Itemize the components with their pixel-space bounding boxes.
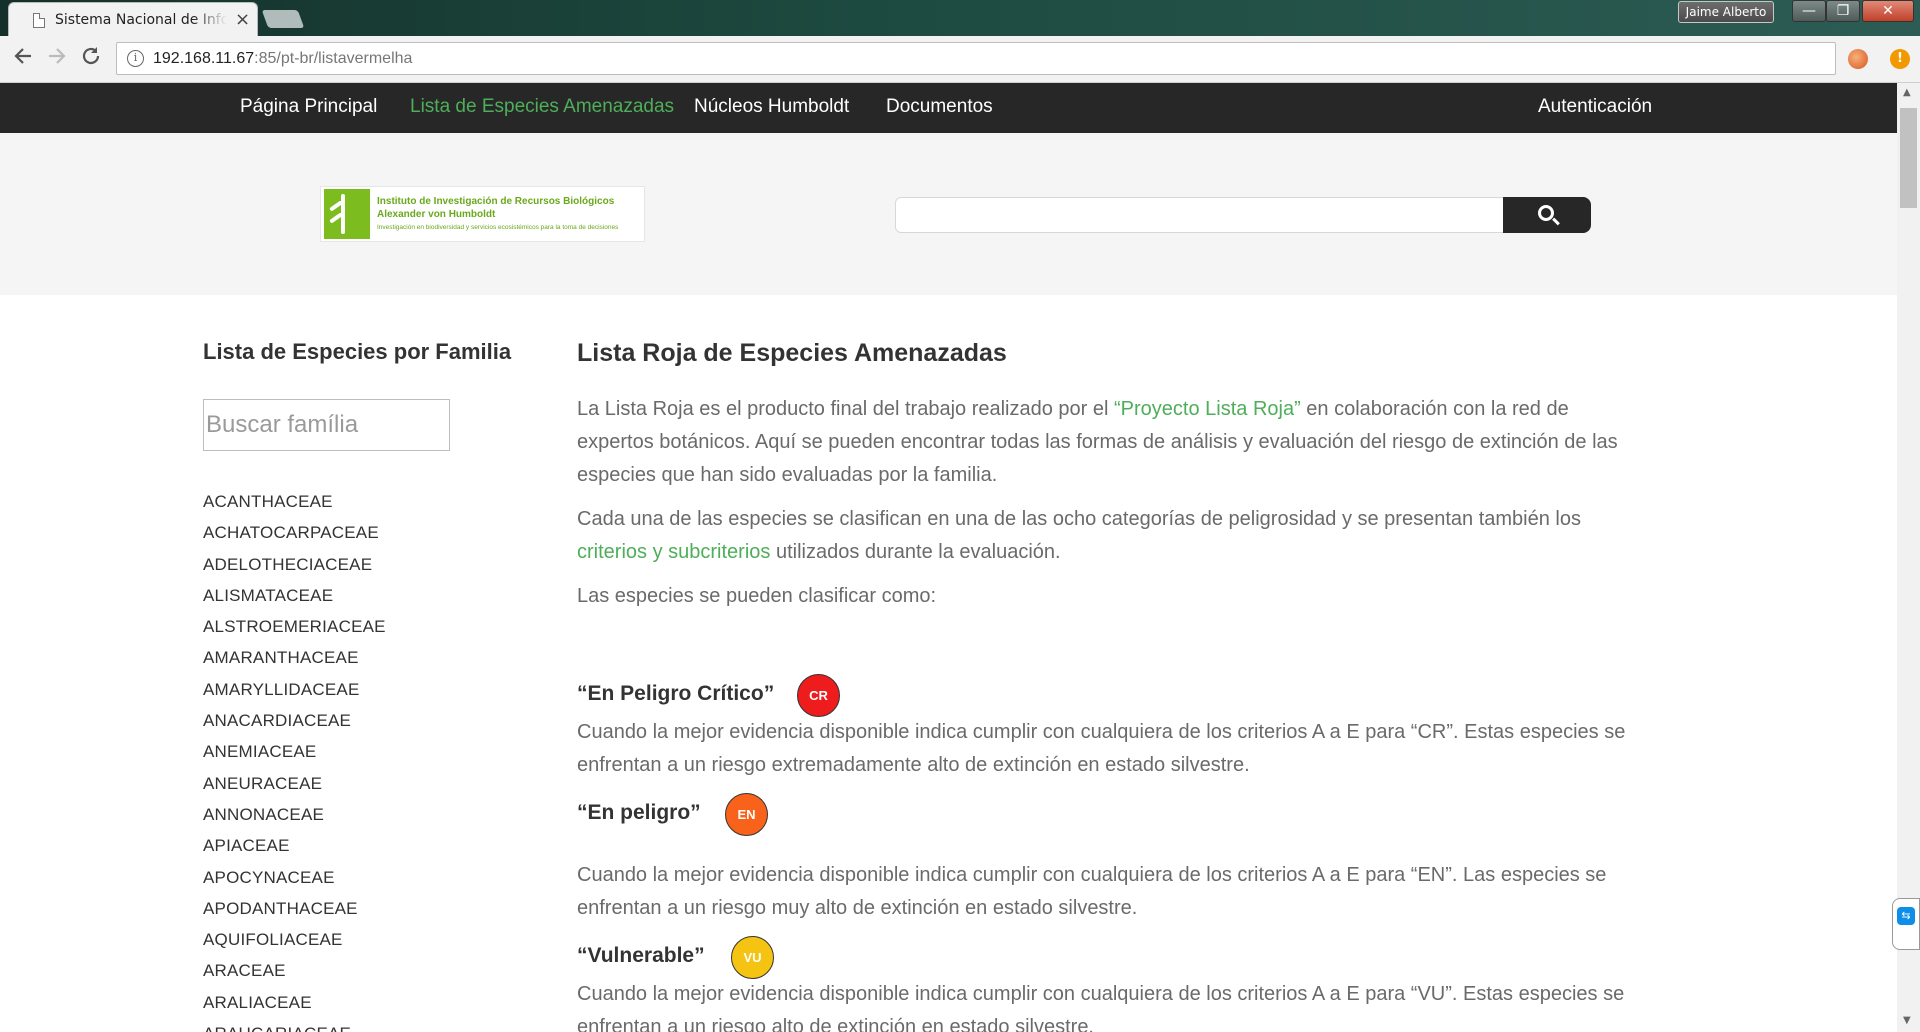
categories-text: Cada una de las especies se clasifican e…	[577, 508, 1581, 530]
browser-tab[interactable]: Sistema Nacional de Información sobre Bi…	[8, 2, 258, 36]
en-badge: EN	[725, 793, 768, 836]
url-text: 192.168.11.67:85/pt-br/listavermelha	[153, 50, 412, 68]
category-en: “En peligro” EN	[577, 793, 1637, 836]
criteria-link[interactable]: criterios y subcriterios	[577, 541, 770, 563]
nav-item-documents[interactable]: Documentos	[886, 96, 993, 118]
family-search-input[interactable]	[203, 399, 450, 451]
family-item[interactable]: AMARYLLIDACEAE	[203, 680, 386, 711]
intro-paragraph: La Lista Roja es el producto final del t…	[577, 393, 1637, 492]
category-description: Cuando la mejor evidencia disponible ind…	[577, 864, 1607, 919]
red-list-project-link[interactable]: “Proyecto Lista Roja”	[1114, 398, 1301, 420]
family-item[interactable]: ANEMIACEAE	[203, 742, 386, 773]
family-item[interactable]: ALISMATACEAE	[203, 586, 386, 617]
category-name: “En peligro”	[577, 801, 701, 824]
url-path: :85/pt-br/listavermelha	[254, 50, 413, 67]
close-window-button[interactable]: ✕	[1862, 0, 1914, 22]
categories-paragraph: Cada una de las especies se clasifican e…	[577, 503, 1637, 569]
back-arrow-icon[interactable]	[12, 45, 34, 73]
profile-button[interactable]: Jaime Alberto	[1678, 1, 1774, 23]
family-item[interactable]: ACANTHACEAE	[203, 492, 386, 523]
update-alert-icon[interactable]: !	[1890, 49, 1910, 69]
search-icon	[1538, 205, 1554, 221]
site-navbar: Página Principal Lista de Especies Amena…	[0, 83, 1897, 133]
logo-mark	[324, 189, 370, 239]
nav-item-login[interactable]: Autenticación	[1538, 96, 1652, 118]
extension-icon[interactable]	[1848, 49, 1868, 69]
page-icon	[33, 13, 45, 28]
family-item[interactable]: ADELOTHECIACEAE	[203, 555, 386, 586]
family-item[interactable]: ARALIACEAE	[203, 993, 386, 1024]
nav-item-threatened-species[interactable]: Lista de Especies Amenazadas	[410, 96, 674, 118]
scroll-down-icon[interactable]: ▼	[1903, 1015, 1911, 1026]
teamviewer-icon: ⇆	[1897, 907, 1915, 925]
categories-text-cont: utilizados durante la evaluación.	[770, 541, 1061, 563]
window-titlebar: Sistema Nacional de Información sobre Bi…	[0, 0, 1920, 36]
family-list: ACANTHACEAE ACHATOCARPACEAE ADELOTHECIACEA…	[203, 492, 386, 1032]
intro-text: La Lista Roja es el producto final del t…	[577, 398, 1114, 420]
search-button[interactable]	[1503, 197, 1591, 233]
info-icon[interactable]: i	[127, 50, 144, 67]
institute-logo[interactable]: Instituto de Investigación de Recursos B…	[320, 186, 645, 242]
reload-icon[interactable]	[80, 45, 102, 73]
sidebar-title: Lista de Especies por Familia	[203, 339, 512, 364]
new-tab-button[interactable]	[261, 10, 305, 28]
main-content: Lista Roja de Especies Amenazadas La Lis…	[577, 339, 1637, 1032]
family-item[interactable]: AQUIFOLIACEAE	[203, 930, 386, 961]
family-item[interactable]: ACHATOCARPACEAE	[203, 523, 386, 554]
category-vu: “Vulnerable” VU	[577, 936, 1637, 979]
page-title: Lista Roja de Especies Amenazadas	[577, 339, 1007, 367]
page-scrollbar[interactable]: ▲ ▼	[1897, 83, 1920, 1032]
nav-item-humboldt-nuclei[interactable]: Núcleos Humboldt	[694, 96, 849, 118]
category-description: Cuando la mejor evidencia disponible ind…	[577, 721, 1626, 776]
classification-intro: Las especies se pueden clasificar como:	[577, 585, 937, 607]
scroll-thumb[interactable]	[1900, 108, 1917, 208]
family-item[interactable]: ANACARDIACEAE	[203, 711, 386, 742]
close-tab-icon[interactable]: ×	[235, 9, 250, 30]
category-name: “En Peligro Crítico”	[577, 682, 775, 705]
scroll-up-icon[interactable]: ▲	[1903, 87, 1911, 98]
family-item[interactable]: ALSTROEMERIACEAE	[203, 617, 386, 648]
category-cr: “En Peligro Crítico” CR	[577, 674, 1637, 717]
site-search-input[interactable]	[895, 197, 1505, 233]
category-name: “Vulnerable”	[577, 944, 705, 967]
family-item[interactable]: ANEURACEAE	[203, 774, 386, 805]
family-item[interactable]: APOCYNACEAE	[203, 868, 386, 899]
page-viewport: Página Principal Lista de Especies Amena…	[0, 83, 1897, 1032]
tab-title: Sistema Nacional de Información sobre Bi…	[55, 12, 227, 28]
family-item[interactable]: ARAUCARIACEAE	[203, 1024, 386, 1032]
family-item[interactable]: ANNONACEAE	[203, 805, 386, 836]
teamviewer-tab[interactable]: ⇆	[1892, 898, 1920, 950]
family-item[interactable]: ARACEAE	[203, 961, 386, 992]
nav-item-home[interactable]: Página Principal	[240, 96, 377, 118]
family-item[interactable]: APIACEAE	[203, 836, 386, 867]
site-header: Instituto de Investigación de Recursos B…	[0, 133, 1897, 295]
address-bar[interactable]: i 192.168.11.67:85/pt-br/listavermelha ☆	[116, 42, 1836, 75]
minimize-button[interactable]: —	[1792, 0, 1826, 22]
family-item[interactable]: APODANTHACEAE	[203, 899, 386, 930]
logo-tagline: Investigación en biodiversidad y servici…	[377, 224, 619, 231]
cr-badge: CR	[797, 674, 840, 717]
url-host: 192.168.11.67	[153, 50, 255, 67]
logo-title-line: Instituto de Investigación de Recursos B…	[377, 196, 615, 207]
maximize-button[interactable]: ❐	[1826, 0, 1860, 22]
forward-arrow-icon[interactable]	[46, 45, 68, 73]
logo-subtitle-line: Alexander von Humboldt	[377, 209, 496, 220]
vu-badge: VU	[731, 936, 774, 979]
family-item[interactable]: AMARANTHACEAE	[203, 648, 386, 679]
category-description: Cuando la mejor evidencia disponible ind…	[577, 983, 1625, 1032]
browser-toolbar: i 192.168.11.67:85/pt-br/listavermelha ☆…	[0, 36, 1920, 83]
